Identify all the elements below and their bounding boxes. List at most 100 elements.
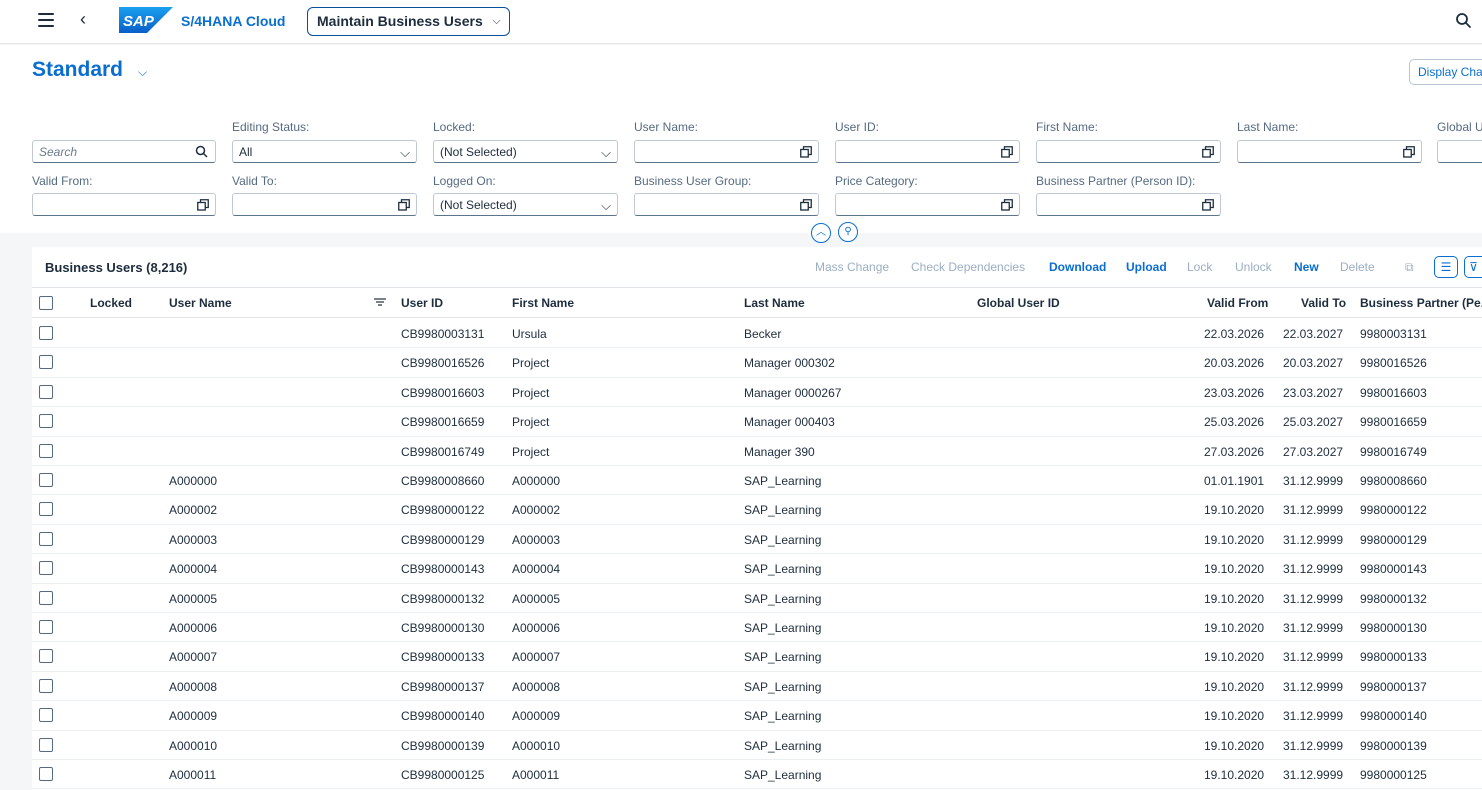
column-global-user-id[interactable]: Global User ID (977, 296, 1060, 310)
settings-icon[interactable]: ☰ (1434, 256, 1458, 278)
column-last-name[interactable]: Last Name (744, 296, 805, 310)
price-category-input[interactable] (835, 193, 1020, 216)
value-help-icon[interactable] (1001, 199, 1013, 211)
row-checkbox[interactable] (39, 590, 53, 605)
table-row[interactable]: A000009 CB9980000140 A000009 SAP_Learning 19… (32, 701, 1482, 731)
delete-button[interactable]: Delete (1340, 260, 1375, 274)
check-dependencies-button[interactable]: Check Dependencies (911, 260, 1025, 274)
value-help-icon[interactable] (1001, 146, 1013, 158)
user-name-input[interactable] (634, 140, 819, 163)
locked-select[interactable]: (Not Selected) ⌵ (433, 140, 618, 163)
cell-valid-from: 19.10.2020 (1204, 738, 1265, 753)
search-input[interactable]: Search (32, 140, 216, 163)
row-checkbox[interactable] (39, 355, 53, 370)
value-help-icon[interactable] (1403, 146, 1415, 158)
locked-label: Locked: (433, 120, 476, 134)
row-checkbox[interactable] (39, 443, 53, 458)
table-row[interactable]: A000000 CB9980008660 A000000 SAP_Learning 01… (32, 466, 1482, 496)
table-row[interactable]: CB9980016603 Project Manager 0000267 23.03.… (32, 378, 1482, 408)
cell-business-partner: 9980000132 (1360, 591, 1427, 606)
back-icon[interactable]: ‹ (80, 9, 86, 30)
search-icon[interactable] (1455, 12, 1473, 30)
cell-user-name: A000004 (169, 562, 218, 577)
table-row[interactable]: CB9980016659 Project Manager 000403 25.03.2… (32, 407, 1482, 437)
sap-logo[interactable]: SAP (119, 7, 173, 33)
valid-to-label: Valid To: (232, 174, 277, 188)
row-checkbox[interactable] (39, 531, 53, 546)
unlock-button[interactable]: Unlock (1235, 260, 1272, 274)
lock-button[interactable]: Lock (1187, 260, 1212, 274)
logged-on-select[interactable]: (Not Selected) ⌵ (433, 193, 618, 216)
editing-status-select[interactable]: All ⌵ (232, 140, 417, 163)
row-checkbox[interactable] (39, 649, 53, 664)
cell-valid-to: 31.12.9999 (1283, 709, 1344, 724)
row-checkbox[interactable] (39, 384, 53, 399)
download-button[interactable]: Download (1049, 260, 1106, 274)
value-help-icon[interactable] (1202, 199, 1214, 211)
cell-valid-from: 19.10.2020 (1204, 768, 1265, 782)
value-help-icon[interactable] (197, 199, 209, 211)
row-checkbox[interactable] (39, 561, 53, 576)
column-user-name[interactable]: User Name (169, 296, 232, 310)
table-row[interactable]: A000005 CB9980000132 A000005 SAP_Learning 19… (32, 584, 1482, 613)
column-business-partner[interactable]: Business Partner (Pe... (1360, 296, 1482, 310)
column-locked[interactable]: Locked (90, 296, 132, 310)
cell-last-name: SAP_Learning (744, 591, 822, 606)
user-id-input[interactable] (835, 140, 1020, 163)
row-checkbox[interactable] (39, 767, 53, 781)
column-valid-from[interactable]: Valid From (1207, 296, 1268, 310)
menu-icon[interactable] (38, 13, 54, 27)
filter-bar: Search Editing Status: All ⌵ Locked: (No… (0, 97, 1482, 243)
table-row[interactable]: A000002 CB9980000122 A000002 SAP_Learning 19… (32, 495, 1482, 525)
row-checkbox[interactable] (39, 737, 53, 752)
valid-to-input[interactable] (232, 193, 417, 216)
value-help-icon[interactable] (800, 199, 812, 211)
variant-title[interactable]: Standard (32, 58, 123, 82)
display-chart-button[interactable]: Display Cha (1409, 59, 1482, 85)
value-help-icon[interactable] (800, 146, 812, 158)
cell-user-id: CB9980000133 (401, 650, 485, 665)
last-name-input[interactable] (1237, 140, 1422, 163)
table-row[interactable]: A000003 CB9980000129 A000003 SAP_Learning 19… (32, 525, 1482, 555)
column-user-id[interactable]: User ID (401, 296, 443, 310)
mass-change-button[interactable]: Mass Change (815, 260, 889, 274)
table-row[interactable]: CB9980016526 Project Manager 000302 20.03.2… (32, 348, 1482, 378)
table-row[interactable]: CB9980016749 Project Manager 390 27.03.2026… (32, 437, 1482, 466)
table-row[interactable]: A000010 CB9980000139 A000010 SAP_Learning 19… (32, 731, 1482, 760)
row-checkbox[interactable] (39, 473, 53, 487)
table-row[interactable]: A000004 CB9980000143 A000004 SAP_Learning 19… (32, 554, 1482, 584)
collapse-icon[interactable]: ︿ (811, 223, 831, 243)
app-title-menu[interactable]: Maintain Business Users ⌵ (307, 7, 510, 36)
value-help-icon[interactable] (398, 199, 410, 211)
business-user-group-input[interactable] (634, 193, 819, 216)
global-user-input[interactable] (1437, 140, 1482, 163)
cell-business-partner: 9980000122 (1360, 503, 1427, 518)
cell-valid-to: 27.03.2027 (1283, 444, 1344, 459)
business-partner-input[interactable] (1036, 193, 1221, 216)
new-button[interactable]: New (1294, 260, 1319, 274)
table-row[interactable]: A000011 CB9980000125 A000011 SAP_Learning 19… (32, 760, 1482, 790)
row-checkbox[interactable] (39, 326, 53, 340)
copy-icon[interactable]: ⧉ (1405, 260, 1414, 275)
business-user-group-label: Business User Group: (634, 174, 752, 188)
column-first-name[interactable]: First Name (512, 296, 574, 310)
row-checkbox[interactable] (39, 502, 53, 517)
valid-from-input[interactable] (32, 193, 216, 216)
row-checkbox[interactable] (39, 620, 53, 634)
table-row[interactable]: A000008 CB9980000137 A000008 SAP_Learning 19… (32, 672, 1482, 702)
table-row[interactable]: A000006 CB9980000130 A000006 SAP_Learning 19… (32, 613, 1482, 643)
column-valid-to[interactable]: Valid To (1301, 296, 1346, 310)
upload-button[interactable]: Upload (1126, 260, 1167, 274)
row-checkbox[interactable] (39, 414, 53, 429)
row-checkbox[interactable] (39, 678, 53, 693)
pin-icon[interactable]: ⚲ (838, 222, 858, 242)
select-all-checkbox[interactable] (39, 296, 53, 310)
table-row[interactable]: A000007 CB9980000133 A000007 SAP_Learning 19… (32, 642, 1482, 672)
row-checkbox[interactable] (39, 708, 53, 723)
table-row[interactable]: CB9980003131 Ursula Becker 22.03.2026 22.03.… (32, 319, 1482, 349)
first-name-input[interactable] (1036, 140, 1221, 163)
value-help-icon[interactable] (1202, 146, 1214, 158)
chevron-down-icon[interactable]: ⌵ (138, 65, 147, 80)
filter-icon[interactable]: ⊽ (1464, 256, 1482, 278)
cell-user-id: CB9980003131 (401, 327, 485, 341)
